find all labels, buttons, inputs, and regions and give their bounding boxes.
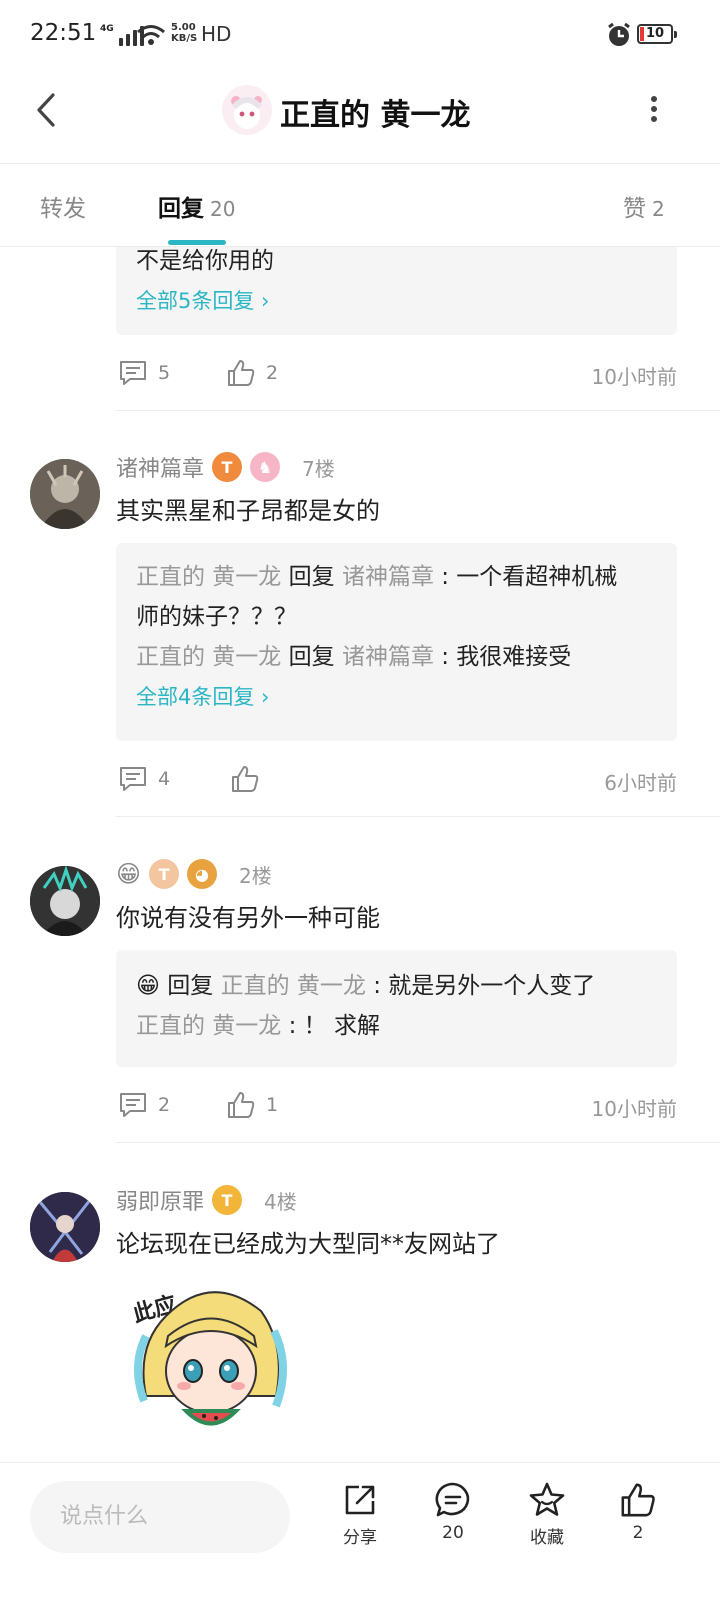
- divider: [116, 816, 720, 817]
- username[interactable]: 诸神篇章: [116, 451, 204, 483]
- sticker-image[interactable]: 此应…: [126, 1276, 296, 1446]
- sub-reply-line: 不是给你用的: [136, 248, 274, 274]
- all-replies-link[interactable]: 全部5条回复 ›: [136, 281, 657, 321]
- username[interactable]: 😁: [116, 860, 141, 888]
- comment-icon: [120, 1093, 146, 1117]
- timestamp: 6小时前: [604, 771, 677, 795]
- page-title: 正直的 黄一龙: [280, 98, 471, 133]
- sub-reply-line-cont: 师的妹子？？？: [136, 604, 297, 630]
- post-actions: 5 2 10小时前: [116, 353, 677, 393]
- all-replies-link[interactable]: 全部4条回复 ›: [136, 677, 657, 717]
- sub-reply-box[interactable]: 😁 回复 正直的 黄一龙 : 就是另外一个人变了 正直的 黄一龙 : ！ 求解: [116, 950, 677, 1067]
- bottom-action-bar: 说点什么 分享 20 收藏 2: [0, 1462, 720, 1600]
- cat-badge-icon: ◕: [187, 859, 218, 889]
- thumbs-up-icon: [228, 1092, 255, 1118]
- like-button[interactable]: 1: [226, 1085, 278, 1125]
- tab-reply[interactable]: 回复 20: [158, 189, 235, 223]
- timestamp: 10小时前: [591, 365, 677, 389]
- sub-reply-box[interactable]: 不是给你用的 全部5条回复 ›: [116, 247, 677, 335]
- author-avatar[interactable]: [222, 85, 272, 135]
- floor-number: 7楼: [302, 456, 335, 481]
- level-badge-icon: T: [212, 1185, 243, 1215]
- status-time: 22:51: [30, 20, 97, 46]
- wifi-icon: [137, 25, 165, 45]
- share-icon: [345, 1485, 375, 1515]
- tab-forward[interactable]: 转发: [40, 189, 86, 223]
- avatar[interactable]: [30, 866, 100, 936]
- comment-icon: [120, 767, 146, 791]
- username-row: 诸神篇章 T ♞ 7楼: [116, 450, 335, 484]
- divider: [116, 410, 720, 411]
- username[interactable]: 弱即原罪: [116, 1184, 204, 1216]
- like-button[interactable]: 2: [226, 353, 278, 393]
- avatar[interactable]: [30, 1192, 100, 1262]
- avatar[interactable]: [30, 459, 100, 529]
- chevron-left-icon[interactable]: [28, 90, 68, 130]
- divider: [116, 1142, 720, 1143]
- anime-girl-eating-watermelon-icon: 此应…: [130, 1285, 288, 1426]
- like-post-button[interactable]: 2: [603, 1481, 673, 1543]
- star-icon: [529, 1482, 565, 1516]
- sub-reply-line: 😁 回复 正直的 黄一龙 : 就是另外一个人变了: [136, 973, 596, 999]
- share-button[interactable]: 分享: [325, 1481, 395, 1548]
- comment-icon: [120, 361, 146, 385]
- comment-button[interactable]: 2: [118, 1085, 170, 1125]
- sub-reply-box[interactable]: 正直的 黄一龙 回复 诸神篇章 : 一个看超神机械 师的妹子？？？ 正直的 黄一…: [116, 543, 677, 741]
- like-button[interactable]: [230, 759, 270, 799]
- post-content: 论坛现在已经成为大型同**友网站了: [116, 1230, 500, 1258]
- post-actions: 2 1 10小时前: [116, 1085, 677, 1125]
- username-row: 弱即原罪 T 4楼: [116, 1183, 297, 1217]
- network-speed: 5.00 KB/S: [171, 22, 198, 44]
- username-row: 😁 T ◕ 2楼: [116, 857, 272, 891]
- level-badge-icon: T: [149, 859, 180, 889]
- comment-bubble-icon: [435, 1482, 470, 1517]
- top-nav-bar: 正直的 黄一龙: [0, 72, 720, 164]
- thumbs-up-icon: [232, 766, 259, 792]
- reply-feed[interactable]: 不是给你用的 全部5条回复 › 5 2 10小时前 诸神篇章 T ♞ 7楼 其实…: [0, 247, 720, 1462]
- tab-like[interactable]: 赞2: [623, 189, 665, 223]
- alarm-icon: [608, 22, 630, 46]
- sub-reply-line: 正直的 黄一龙 回复 诸神篇章 : 一个看超神机械: [136, 564, 618, 590]
- level-badge-icon: T: [212, 452, 243, 482]
- tab-bar: 转发 回复 20 赞2: [0, 165, 720, 247]
- hd-indicator: HD: [201, 22, 232, 46]
- post-actions: 4 6小时前: [116, 759, 677, 799]
- floor-number: 2楼: [239, 863, 272, 888]
- comment-button[interactable]: 4: [118, 759, 170, 799]
- floor-number: 4楼: [264, 1189, 297, 1214]
- comments-button[interactable]: 20: [418, 1481, 488, 1543]
- sub-reply-line: 正直的 黄一龙 : ！ 求解: [136, 1013, 380, 1039]
- thumbs-up-icon: [228, 360, 255, 386]
- sub-reply-line: 正直的 黄一龙 回复 诸神篇章 : 我很难接受: [136, 644, 572, 670]
- thumbs-up-icon: [621, 1483, 655, 1517]
- rabbit-badge-icon: ♞: [250, 452, 281, 482]
- comment-button[interactable]: 5: [118, 353, 170, 393]
- post-content: 你说有没有另外一种可能: [116, 904, 380, 932]
- favorite-button[interactable]: 收藏: [512, 1481, 582, 1548]
- comment-input[interactable]: 说点什么: [30, 1481, 290, 1553]
- battery-icon: 10: [637, 24, 677, 44]
- tab-indicator: [168, 240, 226, 245]
- status-bar: 22:51 4G 5.00 KB/S HD 10: [0, 0, 720, 70]
- post-content: 其实黑星和子昂都是女的: [116, 497, 380, 525]
- timestamp: 10小时前: [591, 1097, 677, 1121]
- more-vertical-icon[interactable]: [644, 94, 664, 124]
